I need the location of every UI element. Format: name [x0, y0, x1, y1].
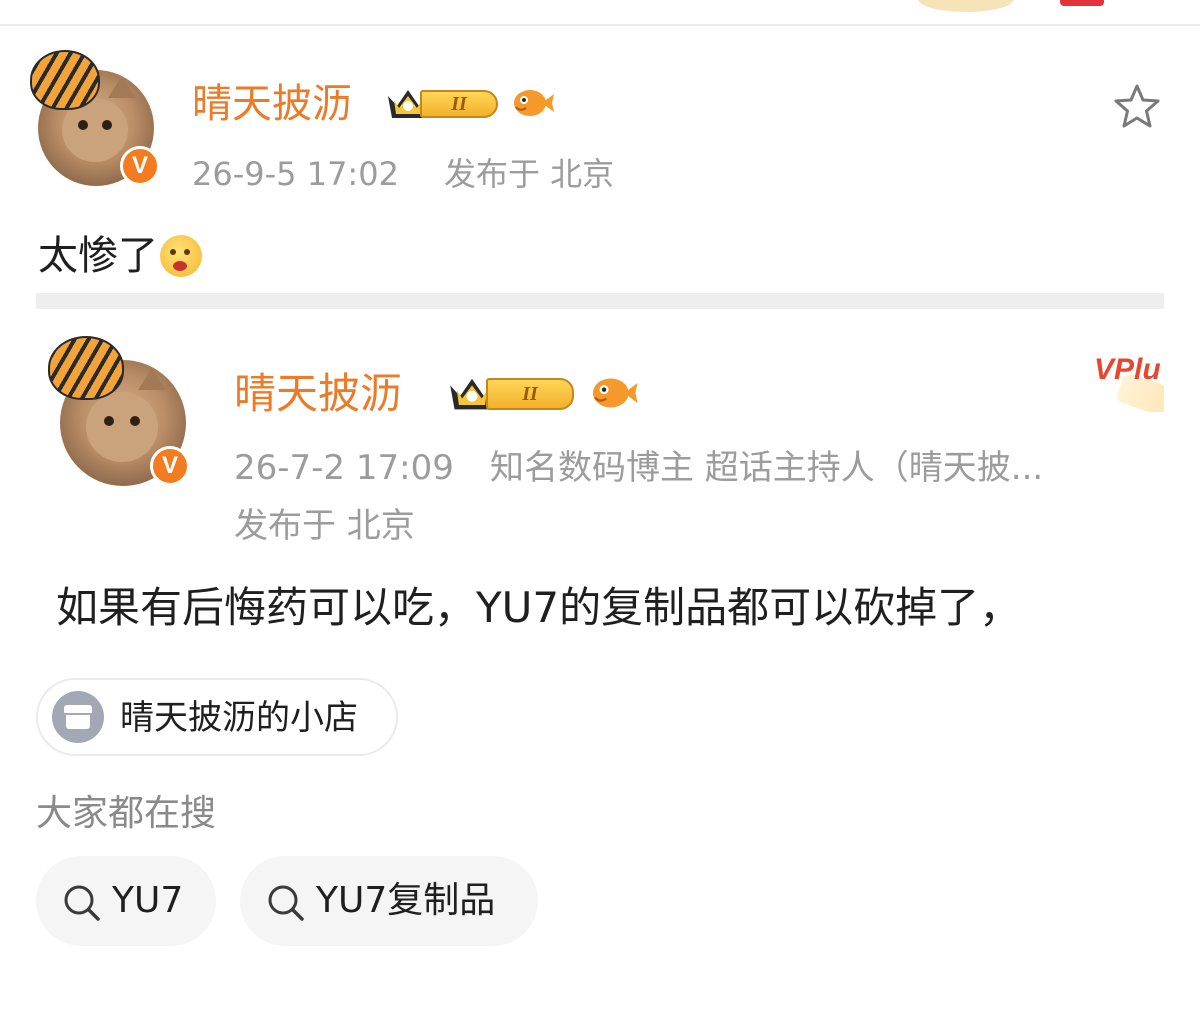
top-decoration-red: [1060, 0, 1104, 6]
repost-time: 26-7-2 17:09: [234, 448, 454, 488]
search-chip-yu7-replica[interactable]: YU7复制品: [240, 856, 538, 946]
post-time: 26-9-5 17:02: [192, 155, 399, 193]
fish-badge-icon: [592, 378, 638, 408]
trending-search-heading: 大家都在搜: [36, 793, 217, 834]
shop-link-label: 晴天披沥的小店: [120, 698, 358, 738]
level-label: II: [420, 90, 498, 118]
post-author-avatar[interactable]: V: [30, 50, 164, 190]
post-location: 发布于 北京: [444, 155, 615, 193]
section-divider: [36, 293, 1164, 309]
top-bar: [0, 0, 1200, 26]
repost-author-bio: 知名数码博主 超话主持人（晴天披...: [490, 448, 1044, 488]
search-chip-yu7[interactable]: YU7: [36, 856, 216, 946]
shop-link[interactable]: 晴天披沥的小店: [36, 678, 398, 756]
membership-level-badge: II: [448, 374, 576, 412]
tiger-avatar-frame: [30, 50, 100, 110]
search-chip-label: YU7: [112, 880, 184, 921]
sad-face-emoji-icon: [160, 235, 202, 277]
repost-body-text[interactable]: 如果有后悔药可以吃，YU7的复制品都可以砍掉了，: [56, 580, 1200, 636]
post-text: 太惨了: [38, 233, 158, 279]
favorite-star-icon[interactable]: [1112, 82, 1162, 132]
repost-location: 发布于 北京: [234, 506, 415, 546]
search-icon: [64, 885, 100, 921]
tiger-avatar-frame: [48, 336, 124, 400]
fish-badge-icon: [514, 90, 554, 116]
search-icon: [268, 885, 304, 921]
vplus-badge: VPlu: [1090, 350, 1164, 412]
vplus-label: VPlu: [1094, 353, 1161, 386]
membership-level-badge: II: [386, 86, 500, 120]
repost-author-name[interactable]: 晴天披沥: [234, 370, 402, 418]
top-decoration: [918, 0, 1014, 12]
post-author-name[interactable]: 晴天披沥: [192, 80, 352, 128]
repost-author-avatar[interactable]: V: [48, 336, 194, 492]
shop-icon: [52, 691, 104, 743]
verified-badge: V: [150, 446, 190, 486]
level-label: II: [486, 378, 574, 410]
search-chip-label: YU7复制品: [316, 880, 496, 921]
post-body: 太惨了: [38, 230, 202, 282]
verified-badge: V: [120, 146, 160, 186]
